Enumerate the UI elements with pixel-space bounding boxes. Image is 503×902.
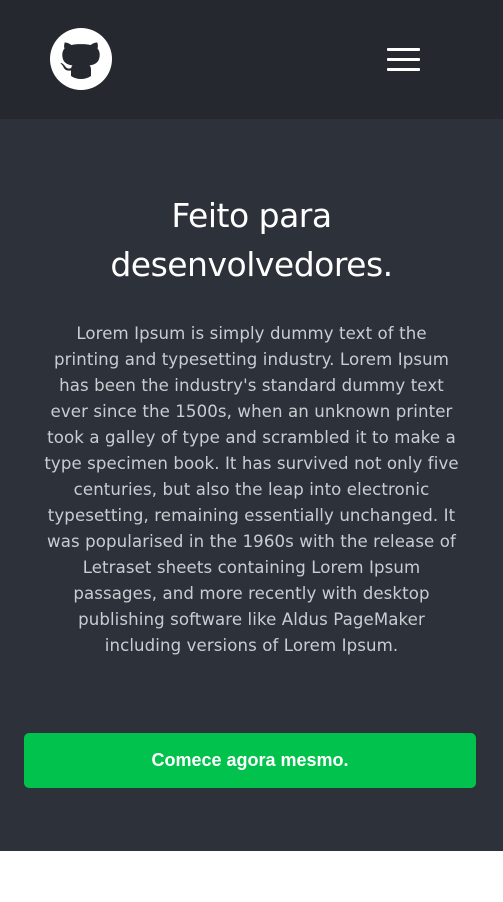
hero-section: Feito para desenvolvedores. Lorem Ipsum … [0, 119, 503, 851]
github-logo-icon[interactable] [49, 27, 113, 91]
hero-description: Lorem Ipsum is simply dummy text of the … [44, 324, 459, 655]
hamburger-menu-button[interactable] [383, 45, 423, 77]
get-started-button[interactable]: Comece agora mesmo. [24, 733, 476, 788]
hero-title: Feito para desenvolvedores. [0, 191, 503, 289]
menu-bar-bottom [387, 68, 420, 71]
menu-bar-top [387, 48, 420, 51]
menu-bar-middle [387, 58, 420, 61]
hero-title-line-2: desenvolvedores. [110, 245, 393, 284]
hero-title-line-1: Feito para [171, 196, 332, 235]
site-header [0, 0, 503, 119]
